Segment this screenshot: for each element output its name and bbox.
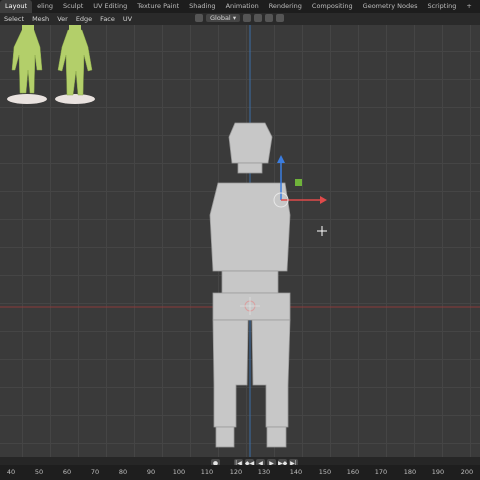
frame-tick-label: 190 [431, 468, 445, 476]
overlay-icon[interactable] [276, 14, 285, 22]
frame-tick-label: 180 [403, 468, 417, 476]
pivot-icon[interactable] [243, 14, 252, 22]
reference-image [7, 25, 95, 104]
tab-animation[interactable]: Animation [221, 0, 264, 13]
orientation-label: Global [210, 14, 231, 22]
menu-uv[interactable]: UV [119, 15, 136, 23]
frame-tick-label: 200 [460, 468, 474, 476]
frame-tick-label: 80 [118, 468, 128, 476]
frame-tick-label: 40 [6, 468, 16, 476]
tab-modeling[interactable]: eling [32, 0, 58, 13]
tab-sculpting[interactable]: Sculpt [58, 0, 88, 13]
viewport-header: Select Mesh Ver Edge Face UV Global ▾ [0, 13, 480, 25]
frame-tick-label: 70 [90, 468, 100, 476]
menu-select[interactable]: Select [0, 15, 28, 23]
tab-shading[interactable]: Shading [184, 0, 220, 13]
orientation-dropdown[interactable]: Global ▾ [206, 14, 241, 22]
transform-orientation-icon[interactable] [195, 14, 203, 22]
frame-tick-label: 140 [289, 468, 303, 476]
tab-texture-paint[interactable]: Texture Paint [132, 0, 184, 13]
tab-uv-editing[interactable]: UV Editing [88, 0, 132, 13]
menu-face[interactable]: Face [96, 15, 119, 23]
frame-tick-label: 160 [346, 468, 360, 476]
tab-compositing[interactable]: Compositing [307, 0, 358, 13]
tab-rendering[interactable]: Rendering [264, 0, 307, 13]
snap-icon[interactable] [254, 14, 263, 22]
workspace-tabs: Layout eling Sculpt UV Editing Texture Paint… [0, 0, 480, 13]
menu-ver[interactable]: Ver [53, 15, 72, 23]
tab-add[interactable]: + [461, 0, 476, 13]
frame-tick-label: 50 [34, 468, 44, 476]
frame-tick-label: 150 [318, 468, 332, 476]
tab-geometry-nodes[interactable]: Geometry Nodes [358, 0, 423, 13]
frame-ruler[interactable]: 40 50 60 70 80 90 100 110 120 130 140 150 160 170 180 1… [0, 465, 480, 480]
mouse-cursor-icon [317, 226, 327, 236]
frame-tick-label: 90 [146, 468, 156, 476]
proportional-icon[interactable] [265, 14, 274, 22]
frame-tick-label: 120 [229, 468, 243, 476]
frame-tick-label: 60 [62, 468, 72, 476]
menu-mesh[interactable]: Mesh [28, 15, 53, 23]
frame-tick-label: 110 [200, 468, 214, 476]
tab-scripting[interactable]: Scripting [422, 0, 461, 13]
frame-tick-label: 100 [172, 468, 186, 476]
3d-viewport[interactable] [0, 25, 480, 457]
frame-tick-label: 170 [374, 468, 388, 476]
tab-layout[interactable]: Layout [0, 0, 33, 13]
menu-edge[interactable]: Edge [72, 15, 96, 23]
frame-tick-label: 130 [257, 468, 271, 476]
